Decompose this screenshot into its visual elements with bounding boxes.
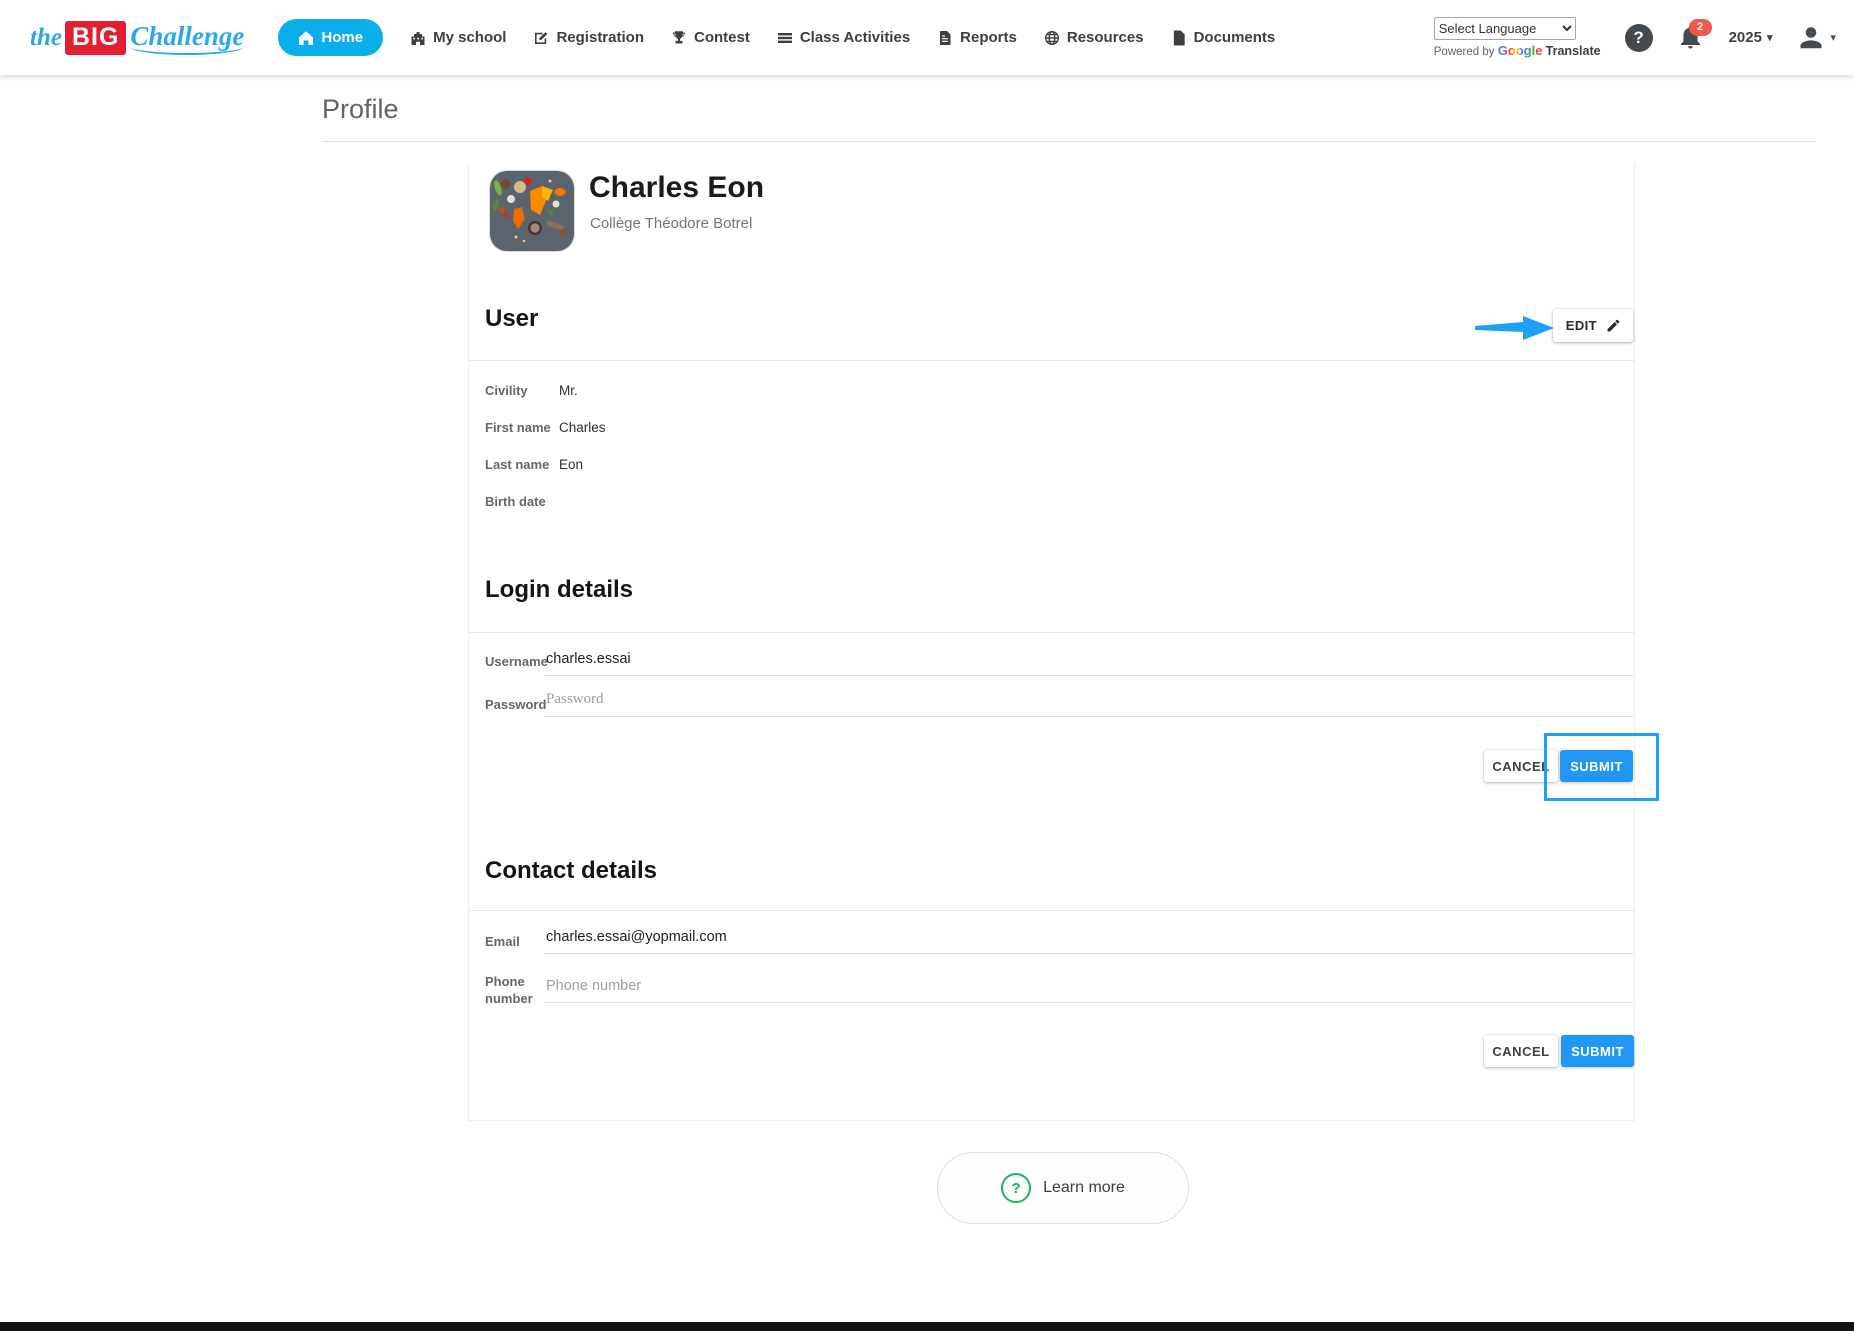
powered-by-google-translate: Powered by Google Translate <box>1434 43 1601 58</box>
avatar-spices-image <box>490 171 574 251</box>
field-value: Eon <box>559 457 584 472</box>
nav-label: Registration <box>556 29 644 46</box>
year-value: 2025 <box>1728 29 1762 46</box>
nav-item-home[interactable]: Home <box>278 19 384 56</box>
login-submit-button[interactable]: SUBMIT <box>1560 750 1633 782</box>
edit-button-label: EDIT <box>1565 318 1597 333</box>
help-glyph: ? <box>1633 27 1644 47</box>
profile-card: Charles Eon Collège Théodore Botrel User… <box>468 163 1659 1121</box>
section-divider <box>469 910 1634 911</box>
nav-label: Contest <box>693 29 750 46</box>
field-row-birth-date: Birth date <box>469 494 1634 512</box>
section-divider <box>469 632 1634 633</box>
username-input[interactable] <box>544 651 1633 676</box>
nav-label: Class Activities <box>799 29 911 46</box>
field-label: Civility <box>485 383 528 398</box>
logo-text-challenge: Challenge <box>130 21 245 55</box>
nav-label: Documents <box>1193 29 1276 46</box>
profile-page: the BIG Challenge Home My school Registr… <box>0 0 1854 1331</box>
field-row-civility: Civility Mr. <box>469 383 1634 401</box>
globe-icon <box>1044 30 1059 45</box>
nav-item-my-school[interactable]: My school <box>410 29 506 46</box>
email-input[interactable] <box>544 929 1633 954</box>
nav-label: Resources <box>1066 29 1144 46</box>
login-section-title: Login details <box>485 576 634 603</box>
nav-label: Home <box>321 29 364 46</box>
nav-item-class-activities[interactable]: Class Activities <box>777 29 910 46</box>
field-row-last-name: Last name Eon <box>469 457 1634 475</box>
learn-more-button[interactable]: ? Learn more <box>937 1152 1189 1224</box>
title-divider <box>322 141 1816 142</box>
user-section-title: User <box>485 305 539 332</box>
language-block: Select Language Powered by Google Transl… <box>1433 17 1601 58</box>
nav-item-contest[interactable]: Contest <box>671 29 750 46</box>
main-nav: Home My school Registration Contest Clas… <box>278 19 1275 56</box>
field-row-first-name: First name Charles <box>469 420 1634 438</box>
profile-school: Collège Théodore Botrel <box>590 215 753 232</box>
field-value: Mr. <box>559 383 578 398</box>
password-label: Password <box>485 697 547 712</box>
phone-input[interactable] <box>544 978 1633 1003</box>
person-icon <box>1800 26 1822 48</box>
question-circle-icon: ? <box>1001 1173 1032 1203</box>
google-logo-text: Google <box>1497 43 1543 58</box>
powered-by-text: Powered by <box>1433 46 1495 58</box>
field-label: Last name <box>485 457 550 472</box>
section-divider <box>469 360 1634 361</box>
profile-name: Charles Eon <box>589 171 765 204</box>
contact-section-title: Contact details <box>485 857 658 884</box>
learn-more-label: Learn more <box>1043 1179 1125 1196</box>
nav-label: My school <box>433 29 507 46</box>
notifications-bell-icon[interactable]: 2 <box>1677 18 1712 52</box>
chevron-down-icon: ▾ <box>1830 32 1836 44</box>
password-input[interactable] <box>544 691 1633 717</box>
logo-text-big: BIG <box>64 20 127 55</box>
report-file-icon <box>940 30 951 45</box>
username-label: Username <box>485 654 548 669</box>
school-icon <box>411 31 425 45</box>
year-dropdown[interactable]: 2025 ▾ <box>1729 29 1773 46</box>
language-select[interactable]: Select Language <box>1433 17 1576 40</box>
contact-cancel-button[interactable]: CANCEL <box>1484 1035 1558 1067</box>
annotation-arrow-icon <box>1475 316 1554 340</box>
account-menu[interactable]: ▾ <box>1796 23 1836 53</box>
avatar <box>489 170 575 252</box>
notification-count-badge: 2 <box>1688 18 1712 36</box>
login-cancel-button[interactable]: CANCEL <box>1484 750 1558 782</box>
nav-label: Reports <box>960 29 1017 46</box>
edit-square-icon <box>535 31 548 44</box>
nav-item-registration[interactable]: Registration <box>533 29 644 46</box>
email-label: Email <box>485 934 520 949</box>
field-label: Birth date <box>485 494 546 509</box>
help-icon[interactable]: ? <box>1624 23 1653 52</box>
header-right-cluster: Select Language Powered by Google Transl… <box>1433 17 1836 58</box>
nav-item-resources[interactable]: Resources <box>1044 29 1144 46</box>
big-challenge-logo[interactable]: the BIG Challenge <box>30 20 245 55</box>
logo-text-the: the <box>30 23 62 51</box>
pdf-document-icon <box>1173 30 1185 45</box>
chevron-down-icon: ▾ <box>1766 32 1773 44</box>
top-navigation-bar: the BIG Challenge Home My school Registr… <box>0 0 1854 75</box>
home-icon <box>299 30 314 45</box>
translate-text: Translate <box>1545 44 1601 58</box>
edit-user-button[interactable]: EDIT <box>1552 309 1633 342</box>
field-label: First name <box>485 420 551 435</box>
contact-submit-button[interactable]: SUBMIT <box>1561 1035 1634 1067</box>
nav-item-reports[interactable]: Reports <box>937 29 1017 46</box>
trophy-icon <box>672 30 685 43</box>
footer-bar <box>0 1322 1854 1331</box>
list-icon <box>777 32 792 43</box>
page-title: Profile <box>322 94 399 124</box>
field-value: Charles <box>559 420 606 435</box>
phone-label: Phone number <box>485 974 533 1006</box>
nav-item-documents[interactable]: Documents <box>1171 29 1276 46</box>
pencil-icon <box>1607 319 1620 332</box>
